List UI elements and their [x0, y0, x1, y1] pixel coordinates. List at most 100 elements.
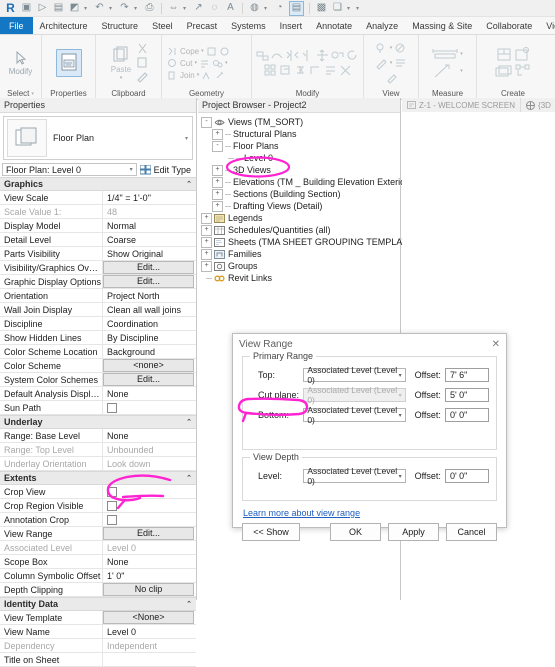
mirror-draw-axis-icon[interactable]: [301, 49, 314, 62]
override-graphics-icon[interactable]: [375, 57, 388, 70]
section-box-icon[interactable]: ◔: [273, 2, 286, 15]
paste-button[interactable]: Paste ▾: [108, 46, 134, 81]
paint-chevron-icon[interactable]: ▾: [225, 60, 228, 66]
edit-family-icon[interactable]: [514, 47, 530, 62]
expand-node-icon[interactable]: +: [201, 212, 212, 224]
measure-chevron-icon-2[interactable]: ▾: [460, 51, 463, 57]
learn-more-link[interactable]: Learn more about view range: [243, 508, 506, 518]
measure-along-element-icon[interactable]: [432, 63, 458, 79]
paint-icon[interactable]: [212, 58, 223, 69]
split-face-icon[interactable]: [199, 58, 210, 69]
cut-icon[interactable]: [136, 43, 149, 55]
unhide-icon[interactable]: [385, 72, 398, 85]
property-value[interactable]: Coordination: [102, 316, 196, 331]
customize-qat-icon[interactable]: ▾: [356, 5, 362, 12]
browser-node[interactable]: + Schedules/Quantities (all): [201, 224, 400, 236]
bottom-chevron-down-icon[interactable]: ▾: [399, 412, 402, 419]
mirror-pick-axis-icon[interactable]: [286, 49, 299, 62]
scale-icon[interactable]: [279, 64, 292, 77]
property-value[interactable]: 1' 0": [102, 568, 196, 583]
browser-node[interactable]: + Elevations (TM _ Building Elevation Ext…: [201, 176, 411, 188]
property-value[interactable]: None: [102, 429, 196, 443]
property-value-button[interactable]: No clip: [103, 583, 194, 596]
property-checkbox[interactable]: [107, 500, 117, 511]
type-chevron-down-icon[interactable]: ▾: [130, 166, 133, 173]
property-value[interactable]: None: [102, 554, 196, 569]
expand-node-icon[interactable]: +: [201, 236, 212, 248]
home-icon[interactable]: ▣: [20, 2, 33, 15]
copy-icon[interactable]: [136, 57, 149, 69]
expand-node-icon[interactable]: +: [212, 188, 223, 200]
top-chevron-down-icon[interactable]: ▾: [399, 372, 402, 379]
pin-icon[interactable]: [294, 64, 307, 77]
cancel-button[interactable]: Cancel: [446, 523, 497, 541]
property-value[interactable]: Look down: [102, 456, 196, 471]
undo-icon[interactable]: ↶: [93, 2, 106, 15]
create-group-icon[interactable]: [495, 64, 513, 79]
property-value[interactable]: Normal: [102, 218, 196, 233]
property-group-header-graphics[interactable]: Graphics ⌃: [0, 177, 196, 191]
property-checkbox[interactable]: [107, 402, 117, 413]
property-value[interactable]: [102, 652, 196, 667]
property-value-button[interactable]: Edit...: [103, 373, 194, 386]
browser-node[interactable]: + Sections (Building Section): [201, 188, 400, 200]
move-icon[interactable]: [316, 49, 329, 62]
open-icon[interactable]: ▷: [36, 2, 49, 15]
depth-level-select[interactable]: Associated Level (Level 0) ▾: [303, 466, 406, 486]
property-value[interactable]: Level 0: [102, 540, 196, 555]
cut-label[interactable]: Cut: [180, 59, 192, 68]
tab-file[interactable]: File: [0, 17, 33, 34]
override-chevron-icon[interactable]: ▾: [390, 60, 393, 66]
select-dropdown-icon[interactable]: ▾: [31, 91, 34, 97]
property-value[interactable]: 1/4" = 1'-0": [102, 191, 196, 205]
linework-icon[interactable]: [394, 57, 407, 70]
property-value[interactable]: Level 0: [102, 624, 196, 639]
create-similar-icon[interactable]: [496, 47, 512, 62]
switch-windows-icon[interactable]: ❏: [331, 2, 344, 15]
properties-button[interactable]: [55, 49, 82, 77]
join-icon[interactable]: [167, 70, 178, 81]
measure-between-references-icon[interactable]: [432, 48, 458, 60]
default-3d-view-icon[interactable]: ◍: [248, 2, 261, 15]
array-icon[interactable]: [264, 64, 277, 77]
text-icon[interactable]: A: [224, 2, 237, 15]
collapse-chevron-icon[interactable]: ⌃: [186, 600, 192, 608]
property-value[interactable]: Clean all wall joins: [102, 302, 196, 317]
browser-node[interactable]: + Sheets (TMA SHEET GROUPING TEMPLATE): [201, 236, 416, 248]
edit-type-button[interactable]: Edit Type: [139, 163, 194, 176]
cut-geometry-icon[interactable]: [206, 46, 217, 57]
trim-extend-corner-icon[interactable]: [309, 64, 322, 77]
property-value[interactable]: By Discipline: [102, 330, 196, 345]
collapse-chevron-icon[interactable]: ⌃: [186, 474, 192, 482]
collapse-chevron-icon[interactable]: ⌃: [186, 180, 192, 188]
cope-icon[interactable]: [167, 46, 178, 57]
trim-extend-multiple-icon[interactable]: [324, 64, 337, 77]
property-value-button[interactable]: Edit...: [103, 527, 194, 540]
bottom-level-select[interactable]: Associated Level (Level 0) ▾: [303, 405, 406, 425]
tab-structure[interactable]: Structure: [95, 17, 146, 34]
reveal-hidden-icon[interactable]: [375, 42, 388, 55]
browser-node[interactable]: + Families: [201, 248, 400, 260]
hide-category-icon[interactable]: [394, 42, 407, 55]
redo-icon[interactable]: ↷: [118, 2, 131, 15]
tab-annotate[interactable]: Annotate: [309, 17, 359, 34]
copy-modify-icon[interactable]: [331, 49, 344, 62]
tab-architecture[interactable]: Architecture: [33, 17, 95, 34]
tab-view[interactable]: View: [539, 17, 555, 34]
cope-label[interactable]: Cope: [180, 47, 199, 56]
save-as-chevron-icon[interactable]: ▾: [84, 5, 90, 12]
expand-node-icon[interactable]: +: [212, 128, 223, 140]
property-value-button[interactable]: Edit...: [103, 275, 194, 288]
property-value[interactable]: Unbounded: [102, 442, 196, 457]
demolish-icon[interactable]: [219, 46, 230, 57]
measure-chevron-icon[interactable]: ▾: [183, 5, 189, 12]
show-button[interactable]: << Show: [242, 523, 300, 541]
tab-steel[interactable]: Steel: [145, 17, 180, 34]
match-type-icon[interactable]: [136, 71, 149, 83]
3d-view-chevron-icon[interactable]: ▾: [264, 5, 270, 12]
close-icon[interactable]: ✕: [492, 339, 500, 350]
undo-chevron-icon[interactable]: ▾: [109, 5, 115, 12]
modify-button[interactable]: Modify: [4, 50, 37, 76]
cut-chevron-icon[interactable]: ▾: [194, 60, 197, 66]
cope-chevron-icon[interactable]: ▾: [201, 48, 204, 54]
